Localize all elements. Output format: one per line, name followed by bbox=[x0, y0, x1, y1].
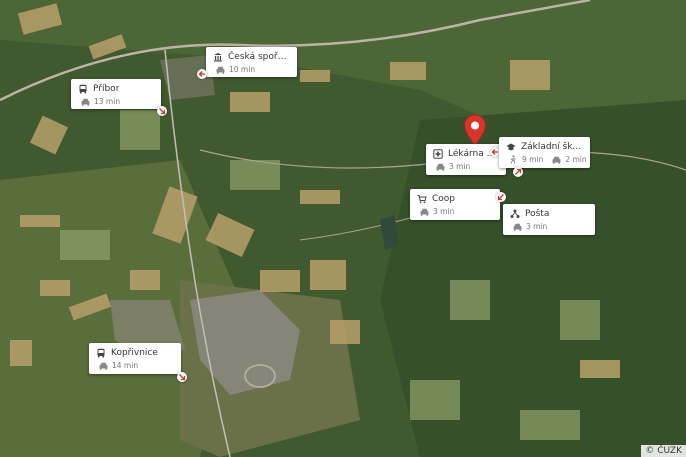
travel-time: 3 min bbox=[526, 222, 548, 231]
school-icon bbox=[506, 142, 516, 152]
satellite-map[interactable]: Česká spořitelna 10 min Příbor 13 min bbox=[0, 0, 686, 457]
poi-name: Kopřivnice bbox=[111, 348, 158, 358]
poi-name: Příbor bbox=[93, 84, 120, 94]
map-copyright: © ČUZK bbox=[641, 445, 686, 457]
car-icon bbox=[419, 207, 429, 217]
car-icon bbox=[512, 222, 522, 232]
poi-card-posta[interactable]: Pošta 3 min bbox=[503, 204, 595, 235]
poi-card-zakladni-skola[interactable]: Základní škola a ... 9 min 2 min bbox=[499, 137, 590, 168]
poi-name: Základní škola a ... bbox=[521, 142, 582, 152]
walk-time: 9 min bbox=[522, 155, 544, 164]
poi-card-koprivnice[interactable]: Kopřivnice 14 min bbox=[89, 343, 181, 374]
pharmacy-icon bbox=[433, 149, 443, 159]
poi-name: Pošta bbox=[525, 209, 550, 219]
car-icon bbox=[215, 65, 225, 75]
travel-time: 13 min bbox=[94, 97, 121, 106]
walk-icon bbox=[508, 155, 518, 165]
poi-card-coop[interactable]: Coop 3 min bbox=[410, 189, 500, 220]
bus-icon bbox=[78, 84, 88, 94]
post-icon bbox=[510, 209, 520, 219]
direction-arrow-icon bbox=[513, 167, 523, 177]
bus-icon bbox=[96, 348, 106, 358]
drive-time: 2 min bbox=[565, 155, 587, 164]
poi-card-ceska-sporitelna[interactable]: Česká spořitelna 10 min bbox=[206, 47, 297, 77]
car-icon bbox=[435, 162, 445, 172]
direction-arrow-icon bbox=[197, 69, 207, 79]
car-icon bbox=[551, 155, 561, 165]
direction-arrow-icon bbox=[157, 106, 167, 116]
poi-card-pribor[interactable]: Příbor 13 min bbox=[71, 79, 161, 109]
direction-arrow-icon bbox=[496, 192, 506, 202]
travel-time: 10 min bbox=[229, 65, 256, 74]
poi-name: Coop bbox=[432, 194, 456, 204]
poi-name: Česká spořitelna bbox=[228, 52, 289, 62]
direction-arrow-icon bbox=[177, 372, 187, 382]
travel-time: 3 min bbox=[433, 207, 455, 216]
car-icon bbox=[98, 361, 108, 371]
car-icon bbox=[80, 97, 90, 107]
travel-time: 3 min bbox=[449, 162, 471, 171]
cart-icon bbox=[417, 194, 427, 204]
bank-icon bbox=[213, 52, 223, 62]
location-pin-icon[interactable] bbox=[463, 114, 487, 146]
travel-time: 14 min bbox=[112, 361, 139, 370]
